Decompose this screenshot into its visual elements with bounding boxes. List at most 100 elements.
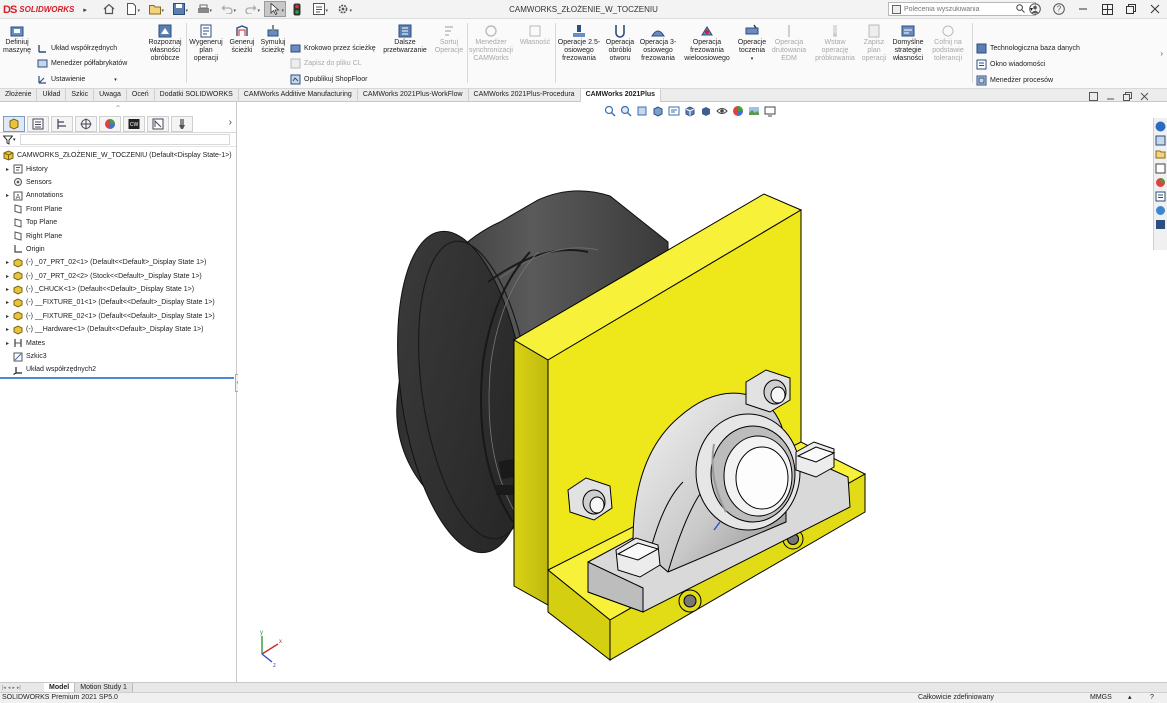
feature-manager-tab-icon[interactable] — [3, 115, 25, 132]
help-icon[interactable]: ? — [1049, 1, 1069, 17]
tab-ocen[interactable]: Oceń — [127, 89, 155, 102]
configuration-manager-tab-icon[interactable] — [51, 115, 73, 132]
tab-camworks-2021plus[interactable]: CAMWorks 2021Plus — [580, 89, 662, 102]
filter-icon[interactable] — [3, 135, 13, 145]
tab-model[interactable]: Model — [44, 682, 76, 693]
setup-button[interactable]: Ustawienie ▾ — [37, 74, 117, 85]
tree-expand-icon[interactable]: ▸ — [3, 259, 12, 266]
logo-menu-arrow-icon[interactable]: ▸ — [83, 6, 87, 14]
sync-manager-button[interactable]: Menedżer synchronizacji CAMWorks — [468, 21, 514, 63]
next-tab-icon[interactable]: ▸ — [12, 685, 15, 691]
tree-root-assembly[interactable]: CAMWORKS_ZŁOŻENIE_W_TOCZENIU (Default<Di… — [0, 149, 236, 162]
tree-expand-icon[interactable]: ▸ — [3, 273, 12, 280]
command-search-box[interactable]: ▾ — [888, 2, 1036, 16]
panel-resize-line[interactable] — [0, 377, 234, 379]
search-icon[interactable] — [1016, 3, 1025, 15]
save-cl-button[interactable]: Zapisz do pliku CL — [290, 58, 362, 69]
tree-item[interactable]: ▸ History — [0, 162, 236, 175]
display-manager-tab-icon[interactable] — [99, 115, 121, 132]
custom-properties-icon[interactable] — [1155, 190, 1167, 202]
default-strategy-button[interactable]: Domyślne strategie własności — [890, 21, 926, 63]
panel-grip-icon[interactable]: ⌃ — [0, 102, 236, 115]
filter-input[interactable] — [19, 134, 230, 145]
tree-item[interactable]: Układ współrzędnych2 — [0, 363, 236, 376]
insert-probing-button[interactable]: Wstaw operację próbkowania — [812, 21, 858, 63]
ribbon-expand-icon[interactable]: › — [1160, 49, 1163, 58]
tree-item[interactable]: ▸ (-) _07_PRT_02<1> (Default<<Default>_Di… — [0, 256, 236, 269]
solidworks-logo[interactable]: DS SOLIDWORKS ▸ — [3, 3, 87, 16]
tile-icon[interactable] — [1097, 1, 1117, 17]
tab-dodatki[interactable]: Dodatki SOLIDWORKS — [155, 89, 239, 102]
tab-zlozenie[interactable]: Złożenie — [0, 89, 38, 102]
3dexperience-icon[interactable] — [1155, 218, 1167, 230]
filter-dropdown-icon[interactable]: ▾ — [13, 137, 16, 143]
redo-icon[interactable]: ▾ — [240, 1, 262, 17]
tree-expand-icon[interactable]: ▸ — [3, 326, 12, 333]
select-icon[interactable]: ▾ — [264, 1, 286, 17]
ops-hole-button[interactable]: Operacja obróbki otworu — [604, 21, 636, 63]
property-button[interactable]: Własność — [516, 21, 554, 47]
tech-db-button[interactable]: Technologiczna baza danych — [976, 43, 1080, 54]
prev-tab-icon[interactable]: ◂ — [8, 685, 11, 691]
tree-item[interactable]: ▸ (-) _CHUCK<1> (Default<<Default>_Displa… — [0, 283, 236, 296]
design-library-icon[interactable] — [1155, 134, 1167, 146]
tree-item[interactable]: ▸ (-) __FIXTURE_01<1> (Default<<Default>_… — [0, 296, 236, 309]
process-manager-button[interactable]: Menedżer procesów — [976, 75, 1053, 86]
undo-icon[interactable]: ▾ — [216, 1, 238, 17]
more-tabs-arrow-icon[interactable]: › — [229, 117, 232, 128]
define-machine-button[interactable]: Definiuj maszynę — [2, 21, 32, 55]
camworks-feature-tree-tab-icon[interactable]: CW — [123, 115, 145, 132]
open-icon[interactable]: ▾ — [144, 1, 166, 17]
coordinate-system-button[interactable]: Układ współrzędnych — [37, 43, 117, 54]
maximize-icon[interactable] — [1121, 1, 1141, 17]
graphics-area[interactable]: y x z — [238, 92, 1153, 682]
generate-plan-button[interactable]: Wygeneruj plan operacji — [188, 21, 224, 63]
status-expand-icon[interactable]: ▴ — [1128, 693, 1132, 703]
assembly-3d-model[interactable]: y x z — [238, 102, 1153, 682]
tab-motion-study[interactable]: Motion Study 1 — [75, 682, 133, 693]
camworks-tool-tree-tab-icon[interactable] — [171, 115, 193, 132]
tab-uklad[interactable]: Układ — [37, 89, 67, 102]
post-process-button[interactable]: Dalsze przetwarzanie — [382, 21, 428, 55]
tolerance-return-button[interactable]: Cofnij na podstawie tolerancji — [928, 21, 968, 63]
tree-item[interactable]: Szkic3 — [0, 350, 236, 363]
save-icon[interactable]: ▾ — [168, 1, 190, 17]
ops-25axis-button[interactable]: Operacje 2.5-osiowego frezowania — [556, 21, 602, 63]
file-explorer-icon[interactable] — [1155, 148, 1167, 160]
tree-item[interactable]: ▸ (-) _07_PRT_02<2> (Stock<<Default>_Disp… — [0, 270, 236, 283]
traffic-light-icon[interactable] — [288, 1, 306, 17]
ops-turning-button[interactable]: Operacje toczenia ▾ — [736, 21, 768, 63]
tab-workflow[interactable]: CAMWorks 2021Plus-WorkFlow — [358, 89, 469, 102]
tab-uwaga[interactable]: Uwaga — [94, 89, 127, 102]
close-icon[interactable] — [1145, 1, 1165, 17]
view-palette-icon[interactable] — [1155, 162, 1167, 174]
tree-expand-icon[interactable]: ▸ — [3, 340, 12, 347]
stock-manager-button[interactable]: Menedżer półfabrykatów — [37, 58, 127, 69]
appearances-icon[interactable] — [1155, 176, 1167, 188]
tree-expand-icon[interactable]: ▸ — [3, 166, 12, 173]
tree-expand-icon[interactable]: ▸ — [3, 286, 12, 293]
tree-item[interactable]: Right Plane — [0, 229, 236, 242]
message-window-button[interactable]: Okno wiadomości — [976, 59, 1045, 70]
unit-system-selector[interactable]: MMGS — [1090, 693, 1112, 703]
minimize-icon[interactable] — [1073, 1, 1093, 17]
tree-item[interactable]: Top Plane — [0, 216, 236, 229]
tree-item[interactable]: ▸ (-) __FIXTURE_02<1> (Default<<Default>_… — [0, 310, 236, 323]
setup-dropdown-icon[interactable]: ▾ — [114, 77, 117, 83]
tree-expand-icon[interactable]: ▸ — [3, 299, 12, 306]
simulate-toolpath-button[interactable]: Symuluj ścieżkę — [258, 21, 288, 55]
property-manager-tab-icon[interactable] — [27, 115, 49, 132]
tree-item[interactable]: Sensors — [0, 176, 236, 189]
solidworks-forum-icon[interactable] — [1155, 204, 1167, 216]
ops-3axis-button[interactable]: Operacja 3-osiowego frezowania — [638, 21, 678, 63]
new-document-icon[interactable]: ▾ — [120, 1, 142, 17]
home-icon[interactable] — [100, 1, 118, 17]
file-properties-icon[interactable]: ▾ — [308, 1, 330, 17]
tree-expand-icon[interactable]: ▸ — [3, 313, 12, 320]
turning-dropdown-icon[interactable]: ▾ — [751, 55, 754, 63]
dimxpert-tab-icon[interactable] — [75, 115, 97, 132]
tree-item[interactable]: ▸ A Annotations — [0, 189, 236, 202]
ops-multiaxis-button[interactable]: Operacja frezowania wieloosiowego — [680, 21, 734, 63]
wire-edm-button[interactable]: Operacja drutowania EDM — [770, 21, 808, 63]
print-icon[interactable]: ▾ — [192, 1, 214, 17]
